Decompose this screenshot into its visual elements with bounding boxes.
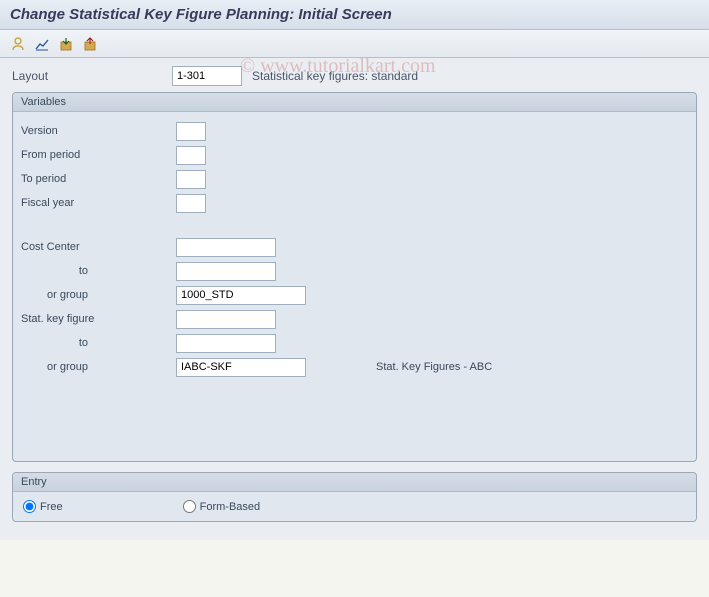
layout-input[interactable] [172, 66, 242, 86]
content-area: Layout Statistical key figures: standard… [0, 58, 709, 540]
from-period-label: From period [21, 149, 176, 161]
stat-key-figure-to-label: to [21, 337, 176, 349]
stat-key-figure-group-desc: Stat. Key Figures - ABC [376, 361, 492, 373]
cost-center-to-label: to [21, 265, 176, 277]
cost-center-input[interactable] [176, 238, 276, 257]
cost-center-group-label: or group [21, 289, 176, 301]
entry-form-based-label: Form-Based [200, 501, 261, 513]
chart-icon[interactable] [32, 34, 52, 54]
entry-group: Entry Free Form-Based [12, 472, 697, 522]
stat-key-figure-group-label: or group [21, 361, 176, 373]
package-in-icon[interactable] [56, 34, 76, 54]
from-period-input[interactable] [176, 146, 206, 165]
layout-label: Layout [12, 69, 172, 83]
variables-title: Variables [13, 93, 696, 112]
stat-key-figure-group-input[interactable] [176, 358, 306, 377]
variables-group: Variables Version From period To period … [12, 92, 697, 462]
cost-center-to-input[interactable] [176, 262, 276, 281]
to-period-input[interactable] [176, 170, 206, 189]
fiscal-year-input[interactable] [176, 194, 206, 213]
layout-description: Statistical key figures: standard [252, 69, 418, 83]
stat-key-figure-to-input[interactable] [176, 334, 276, 353]
version-input[interactable] [176, 122, 206, 141]
cost-center-label: Cost Center [21, 241, 176, 253]
entry-form-based-input[interactable] [183, 500, 196, 513]
version-label: Version [21, 125, 176, 137]
stat-key-figure-label: Stat. key figure [21, 313, 176, 325]
package-out-icon[interactable] [80, 34, 100, 54]
cost-center-group-input[interactable] [176, 286, 306, 305]
stat-key-figure-input[interactable] [176, 310, 276, 329]
entry-title: Entry [13, 473, 696, 492]
fiscal-year-label: Fiscal year [21, 197, 176, 209]
to-period-label: To period [21, 173, 176, 185]
page-title: Change Statistical Key Figure Planning: … [0, 0, 709, 30]
entry-free-label: Free [40, 501, 63, 513]
layout-row: Layout Statistical key figures: standard [12, 66, 697, 86]
entry-free-input[interactable] [23, 500, 36, 513]
entry-free-radio[interactable]: Free [23, 500, 63, 513]
toolbar [0, 30, 709, 58]
person-icon[interactable] [8, 34, 28, 54]
entry-form-based-radio[interactable]: Form-Based [183, 500, 261, 513]
